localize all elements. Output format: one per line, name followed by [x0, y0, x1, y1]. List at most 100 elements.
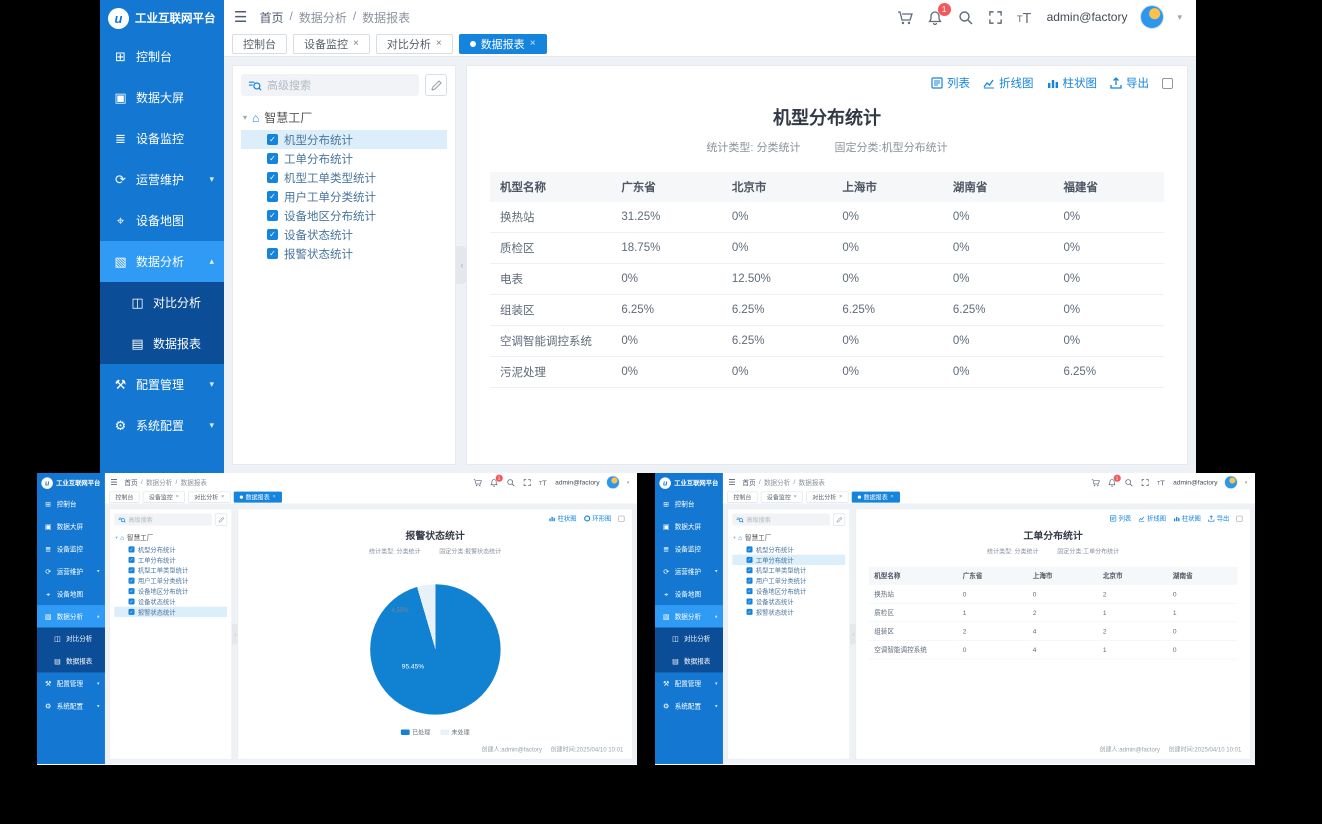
sidebar-item[interactable]: ▤ 数据报表 — [100, 323, 224, 364]
list-view-button[interactable]: 列表 — [931, 75, 970, 91]
checkbox-icon[interactable]: ✓ — [267, 191, 278, 202]
tree-item[interactable]: ✓ 用户工单分类统计 — [241, 187, 447, 206]
user-menu-caret-icon[interactable]: ▾ — [1177, 12, 1182, 23]
sidebar-item[interactable]: ⚒ 配置管理 ▾ — [655, 672, 723, 694]
tree-item[interactable]: ✓ 用户工单分类统计 — [114, 575, 227, 585]
sidebar-item[interactable]: ▣ 数据大屏 — [37, 515, 105, 537]
checkbox-icon[interactable]: ✓ — [747, 578, 753, 584]
checkbox-icon[interactable]: ✓ — [129, 609, 135, 615]
tab[interactable]: 设备监控 × — [143, 491, 185, 502]
user-menu-caret-icon[interactable]: ▾ — [1245, 479, 1247, 485]
sidebar-item[interactable]: ⚒ 配置管理 ▾ — [100, 364, 224, 405]
sidebar-item[interactable]: ⟳ 运营维护 ▾ — [655, 560, 723, 582]
sidebar-item[interactable]: ≣ 设备监控 — [37, 538, 105, 560]
tab[interactable]: 数据报表 × — [459, 34, 547, 54]
pie-chart[interactable]: 4.55% 95.45% — [370, 584, 500, 714]
sidebar-item[interactable]: ⌖ 设备地图 — [37, 583, 105, 605]
user-menu-caret-icon[interactable]: ▾ — [627, 479, 629, 485]
fullscreen-icon[interactable] — [1140, 478, 1149, 487]
sidebar-item[interactable]: ◫ 对比分析 — [37, 628, 105, 650]
checkbox-icon[interactable]: ✓ — [747, 598, 753, 604]
tab[interactable]: 对比分析 × — [188, 491, 230, 502]
bar-chart-button[interactable]: 柱状图 — [1173, 514, 1201, 523]
fullscreen-icon[interactable] — [987, 9, 1004, 26]
sidebar-item[interactable]: ⚒ 配置管理 ▾ — [37, 672, 105, 694]
sidebar-item[interactable]: ⌖ 设备地图 — [655, 583, 723, 605]
checkbox-icon[interactable]: ✓ — [129, 588, 135, 594]
tree-root[interactable]: ▾ ⌂ 智慧工厂 — [115, 533, 227, 542]
tree-item[interactable]: ✓ 设备地区分布统计 — [114, 586, 227, 596]
checkbox-icon[interactable]: ✓ — [129, 567, 135, 573]
tree-item[interactable]: ✓ 用户工单分类统计 — [732, 575, 845, 585]
notification-bell-icon[interactable]: 1 — [489, 478, 498, 487]
edit-button[interactable] — [833, 514, 845, 526]
tab-close-icon[interactable]: × — [530, 38, 536, 49]
checkbox-icon[interactable]: ✓ — [747, 557, 753, 563]
tab[interactable]: 数据报表 × — [852, 491, 900, 502]
bar-chart-button[interactable]: 柱状图 — [1047, 75, 1098, 91]
user-avatar[interactable] — [1140, 5, 1164, 29]
list-view-button[interactable]: 列表 — [1110, 514, 1131, 523]
tree-item[interactable]: ✓ 机型分布统计 — [241, 130, 447, 149]
sidebar-item[interactable]: ≣ 设备监控 — [100, 118, 224, 159]
tab-close-icon[interactable]: × — [272, 494, 275, 500]
checkbox-icon[interactable]: ✓ — [747, 546, 753, 552]
tab[interactable]: 设备监控 × — [293, 34, 370, 54]
tree-item[interactable]: ✓ 机型工单类型统计 — [241, 168, 447, 187]
tab-close-icon[interactable]: × — [436, 38, 442, 49]
tree-item[interactable]: ✓ 工单分布统计 — [732, 555, 845, 565]
sidebar-item[interactable]: ▣ 数据大屏 — [655, 515, 723, 537]
tree-item[interactable]: ✓ 报警状态统计 — [732, 607, 845, 617]
tree-caret-icon[interactable]: ▾ — [115, 535, 117, 540]
breadcrumb-report[interactable]: 数据报表 — [362, 9, 410, 26]
fullscreen-icon[interactable] — [522, 478, 531, 487]
tab[interactable]: 控制台 × — [727, 491, 757, 502]
checkbox-icon[interactable]: ✓ — [129, 557, 135, 563]
notification-bell-icon[interactable]: 1 — [927, 9, 944, 26]
tab-close-icon[interactable]: × — [176, 494, 179, 500]
notification-bell-icon[interactable]: 1 — [1107, 478, 1116, 487]
tab-close-icon[interactable]: × — [890, 494, 893, 500]
edit-button[interactable] — [425, 74, 447, 96]
tree-caret-icon[interactable]: ▾ — [733, 535, 735, 540]
checkbox-icon[interactable]: ✓ — [129, 546, 135, 552]
tab-close-icon[interactable]: × — [221, 494, 224, 500]
tab[interactable]: 控制台 × — [232, 34, 287, 54]
tab[interactable]: 对比分析 × — [806, 491, 848, 502]
user-avatar[interactable] — [607, 476, 620, 489]
legend-item[interactable]: 已处理 — [401, 728, 431, 737]
checkbox-icon[interactable]: ✓ — [747, 588, 753, 594]
advanced-search-input[interactable]: 高级搜索 — [114, 514, 212, 526]
tree-root[interactable]: ▾ ⌂ 智慧工厂 — [243, 109, 447, 126]
legend-item[interactable]: 未处理 — [440, 728, 470, 737]
cart-icon[interactable] — [473, 478, 482, 487]
user-email[interactable]: admin@factory — [1047, 10, 1128, 24]
sidebar-item[interactable]: ⚙ 系统配置 ▾ — [100, 405, 224, 446]
sidebar-item[interactable]: ⟳ 运营维护 ▾ — [37, 560, 105, 582]
checkbox-icon[interactable]: ✓ — [747, 567, 753, 573]
sidebar-item[interactable]: ≣ 设备监控 — [655, 538, 723, 560]
advanced-search-input[interactable]: 高级搜索 — [241, 74, 419, 96]
edit-button[interactable] — [215, 514, 227, 526]
font-size-icon[interactable] — [1017, 9, 1034, 26]
tree-item[interactable]: ✓ 工单分布统计 — [241, 149, 447, 168]
tab-close-icon[interactable]: × — [794, 494, 797, 500]
sidebar-item[interactable]: ⊞ 控制台 — [37, 493, 105, 515]
checkbox-icon[interactable]: ✓ — [267, 248, 278, 259]
font-size-icon[interactable] — [539, 478, 548, 487]
open-window-icon[interactable] — [1236, 515, 1242, 521]
sidebar-item[interactable]: ⊞ 控制台 — [655, 493, 723, 515]
tree-item[interactable]: ✓ 报警状态统计 — [114, 607, 227, 617]
open-window-icon[interactable] — [618, 515, 624, 521]
open-window-icon[interactable] — [1162, 78, 1173, 89]
sidebar-item[interactable]: ⌖ 设备地图 — [100, 200, 224, 241]
search-icon[interactable] — [1124, 478, 1133, 487]
tree-item[interactable]: ✓ 机型分布统计 — [732, 544, 845, 554]
breadcrumb-analysis[interactable]: 数据分析 — [299, 9, 347, 26]
sidebar-item[interactable]: ▣ 数据大屏 — [100, 77, 224, 118]
export-button[interactable]: 导出 — [1208, 514, 1229, 523]
tab-close-icon[interactable]: × — [353, 38, 359, 49]
sidebar-item[interactable]: ⚙ 系统配置 ▾ — [655, 695, 723, 717]
tree-caret-icon[interactable]: ▾ — [243, 113, 247, 122]
line-chart-button[interactable]: 折线图 — [1138, 514, 1166, 523]
